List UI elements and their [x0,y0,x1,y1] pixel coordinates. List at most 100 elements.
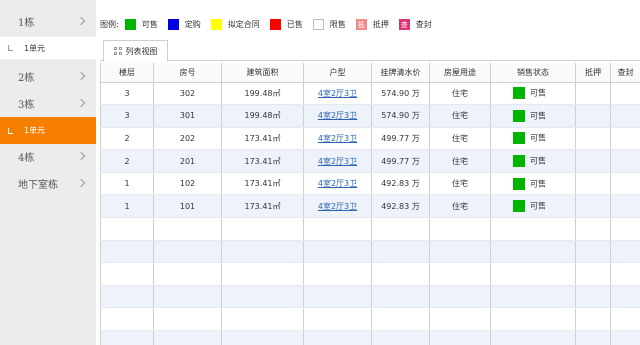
sidebar-building-3[interactable]: 3栋 [0,92,96,114]
column-header-room: 房号 [153,63,222,83]
cell-room: 302 [153,82,222,106]
column-header-area: 建筑面积 [221,63,304,83]
cell-floor: 1 [100,194,154,219]
layout-link[interactable]: 4室2厅3卫 [318,202,357,211]
table-row: 3 301 199.48㎡ 4室2厅3卫 574.90 万 住宅 可售 [100,104,640,128]
seizure-badge-icon: 查 [398,18,410,30]
cell-status: 可售 [490,82,576,106]
sidebar-building-4[interactable]: 4栋 [0,145,96,167]
cell-room: 102 [153,172,222,196]
layout-link[interactable]: 4室2厅3卫 [318,134,357,143]
sidebar-building-2[interactable]: 2栋 [0,65,96,87]
yellow-swatch-icon [210,18,222,30]
legend-item-available: 可售 [124,18,158,30]
cell-seizure [610,82,640,106]
legend-label: 图例: [100,19,119,29]
cell-floor: 1 [100,172,154,196]
red-swatch-icon [269,18,281,30]
cell-price: 492.83 万 [371,194,430,219]
status-text: 可售 [530,201,546,211]
table-row: 1 101 173.41㎡ 4室2厅3卫 492.83 万 住宅 可售 [100,194,640,219]
legend-text: 抵押 [372,19,389,29]
layout-link[interactable]: 4室2厅3卫 [318,89,357,98]
cell-usage: 住宅 [429,127,491,151]
sidebar-building-basement[interactable]: 地下室栋 [0,172,96,194]
tab-list-view[interactable]: 列表视图 [103,40,168,62]
layout-link[interactable]: 4室2厅3卫 [318,179,357,188]
tree-branch-icon [8,45,13,51]
cell-status: 可售 [490,104,576,128]
building-label: 3栋 [18,99,35,111]
chevron-right-icon [76,71,86,81]
legend-item-sold: 已售 [269,18,303,30]
cell-price: 574.90 万 [371,104,430,128]
empty-row [100,307,640,332]
cell-price: 574.90 万 [371,82,430,106]
cell-floor: 3 [100,82,154,106]
cell-layout: 4室2厅3卫 [303,127,372,151]
cell-price: 499.77 万 [371,127,430,151]
cell-area: 173.41㎡ [221,127,304,151]
column-header-price: 挂牌清水价 [371,63,430,83]
cell-price: 499.77 万 [371,149,430,173]
column-header-usage: 房屋用途 [429,63,491,83]
sidebar-unit-3-1[interactable]: 1单元 [0,117,96,144]
green-swatch-icon [124,18,136,30]
cell-floor: 2 [100,149,154,173]
cell-usage: 住宅 [429,104,491,128]
blue-swatch-icon [167,18,179,30]
units-table: 楼层 房号 建筑面积 户型 挂牌清水价 房屋用途 销售状态 抵押 查封 3 30… [100,63,640,345]
chevron-right-icon [76,151,86,161]
cell-layout: 4室2厅3卫 [303,172,372,196]
layout-link[interactable]: 4室2厅3卫 [318,111,357,120]
status-text: 可售 [530,156,546,166]
sidebar-unit-1-1[interactable]: 1单元 [0,37,96,59]
chevron-right-icon [76,98,86,108]
sidebar-building-1[interactable]: 1栋 [0,10,96,32]
legend-item-seized: 查 查封 [398,18,432,30]
status-text: 可售 [530,111,546,121]
empty-row [100,240,640,264]
cell-mortgage [575,104,611,128]
cell-seizure [610,149,640,173]
cell-room: 301 [153,104,222,128]
cell-room: 201 [153,149,222,173]
cell-room: 202 [153,127,222,151]
cell-status: 可售 [490,172,576,196]
layout-link[interactable]: 4室2厅3卫 [318,157,357,166]
empty-row [100,330,640,345]
column-header-status: 销售状态 [490,63,576,83]
empty-row [100,285,640,309]
cell-mortgage [575,82,611,106]
tab-label: 列表视图 [125,46,158,56]
legend-item-mortgaged: 抵 抵押 [355,18,389,30]
unit-label: 1单元 [24,43,46,53]
mortgage-badge-icon: 抵 [355,18,367,30]
status-available-icon [513,177,525,190]
cell-layout: 4室2厅3卫 [303,104,372,128]
cell-floor: 2 [100,127,154,151]
cell-usage: 住宅 [429,194,491,219]
cell-floor: 3 [100,104,154,128]
status-available-icon [513,155,525,168]
legend: 图例: 可售 定购 拟定合同 已售 限售 抵 抵押 查 查封 [100,17,442,31]
building-label: 地下室栋 [18,179,58,191]
status-text: 可售 [530,179,546,189]
column-header-floor: 楼层 [100,63,154,83]
column-header-mortgage: 抵押 [575,63,611,83]
legend-text: 可售 [141,19,158,29]
white-swatch-icon [312,18,324,30]
cell-area: 199.48㎡ [221,82,304,106]
table-row: 2 202 173.41㎡ 4室2厅3卫 499.77 万 住宅 可售 [100,127,640,151]
cell-mortgage [575,172,611,196]
cell-area: 173.41㎡ [221,194,304,219]
status-available-icon [513,200,525,213]
empty-row [100,262,640,286]
cell-seizure [610,172,640,196]
table-header-row: 楼层 房号 建筑面积 户型 挂牌清水价 房屋用途 销售状态 抵押 查封 [100,63,640,83]
legend-text: 拟定合同 [227,19,260,29]
cell-mortgage [575,127,611,151]
column-header-layout: 户型 [303,63,372,83]
cell-usage: 住宅 [429,172,491,196]
building-label: 1栋 [18,17,35,29]
